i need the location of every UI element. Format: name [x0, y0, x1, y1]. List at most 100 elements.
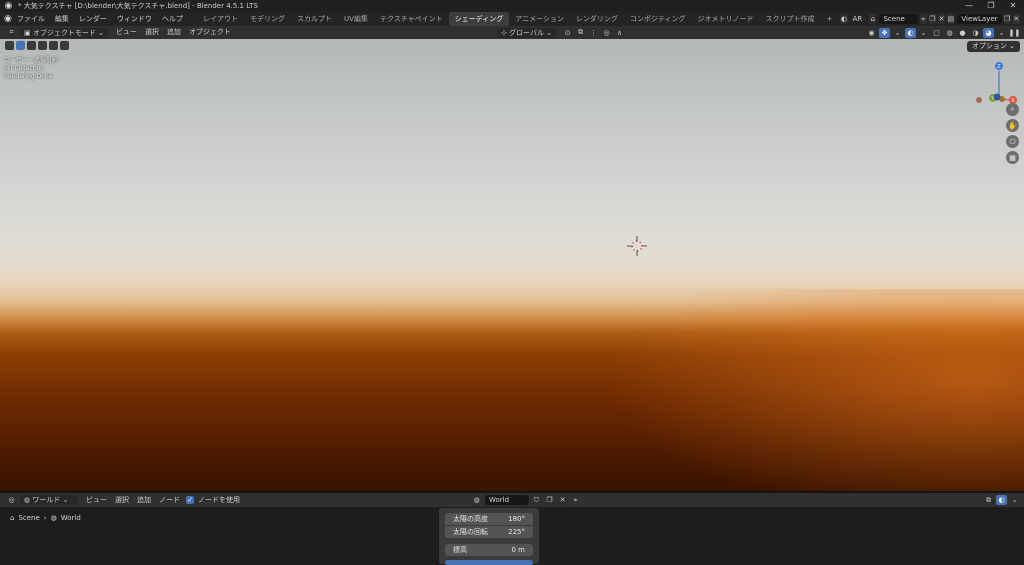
view-name-text: ユーザー・透視投影 — [4, 57, 58, 64]
menu-file[interactable]: ファイル — [12, 12, 50, 26]
pin-icon[interactable]: ⌖ — [570, 495, 581, 505]
visibility-icon[interactable]: ◉ — [866, 27, 877, 38]
menu-edit[interactable]: 編集 — [50, 12, 74, 26]
select-invert-icon[interactable] — [49, 41, 58, 50]
tab-shading[interactable]: シェーディング — [448, 12, 510, 26]
proportional-edit-icon[interactable]: ◎ — [601, 27, 613, 38]
tab-rendering[interactable]: レンダリング — [570, 12, 624, 26]
wireframe-shading-icon[interactable]: ◍ — [944, 27, 955, 38]
node-overlay-icon[interactable]: ◐ — [996, 495, 1007, 505]
material-shading-icon[interactable]: ◑ — [970, 27, 981, 38]
gizmo-neg-x-icon[interactable] — [976, 97, 982, 103]
tab-uv-editing[interactable]: UV編集 — [338, 12, 374, 26]
blender-menu-icon[interactable]: ◉ — [4, 14, 12, 25]
menu-select[interactable]: 選択 — [141, 26, 163, 39]
gizmo-toggle-icon[interactable]: ✥ — [879, 27, 890, 38]
menu-view[interactable]: ビュー — [112, 26, 141, 39]
ar-label[interactable]: AR — [848, 12, 868, 26]
scene-breadcrumb-icon: ⌂ — [10, 514, 15, 522]
altitude-field[interactable]: 標高 0 m — [445, 544, 533, 556]
snap-icon[interactable]: ⧉ — [575, 27, 587, 38]
menu-object[interactable]: オブジェクト — [185, 26, 235, 39]
menu-add[interactable]: 追加 — [163, 26, 185, 39]
3d-cursor-icon — [627, 236, 647, 256]
solid-shading-icon[interactable]: ● — [957, 27, 968, 38]
gizmo-neg-z-dot[interactable] — [993, 93, 1001, 101]
transform-orientation-dropdown[interactable]: ⊹ グローバル ⌄ — [496, 27, 557, 38]
close-window-button[interactable]: ✕ — [1002, 0, 1024, 12]
tab-sculpting[interactable]: スカルプト — [291, 12, 338, 26]
air-density-field[interactable] — [445, 560, 533, 565]
snap-target-icon[interactable]: ⋮ — [588, 27, 600, 38]
tab-modeling[interactable]: モデリング — [244, 12, 291, 26]
shader-type-dropdown[interactable]: ◍ ワールド ⌄ — [20, 495, 78, 505]
scene-icon[interactable]: ⌂ — [869, 14, 877, 24]
menu-help[interactable]: ヘルプ — [157, 12, 188, 26]
shader-node-editor[interactable]: ⌂ Scene › ◍ World 太陽の高度 180° 太陽の回転 225° … — [0, 507, 1024, 565]
menu-window[interactable]: ウィンドウ — [112, 12, 157, 26]
node-menu-add[interactable]: 追加 — [133, 494, 155, 507]
maximize-button[interactable]: ❐ — [980, 0, 1002, 12]
sun-rotation-label: 太陽の回転 — [453, 528, 488, 536]
object-mode-dropdown[interactable]: ▣ オブジェクトモード ⌄ — [20, 27, 108, 38]
options-dropdown[interactable]: オプション ⌄ — [966, 41, 1020, 52]
chevron-down-icon: ⌄ — [95, 28, 104, 37]
shading-dropdown-icon[interactable]: ⌄ — [996, 27, 1007, 38]
new-world-icon[interactable]: ❐ — [544, 495, 555, 505]
node-menu-node[interactable]: ノード — [155, 494, 184, 507]
node-menu-select[interactable]: 選択 — [111, 494, 133, 507]
node-menu-view[interactable]: ビュー — [82, 494, 111, 507]
tab-layout[interactable]: レイアウト — [197, 12, 244, 26]
delete-view-layer-icon[interactable]: ✕ — [1012, 14, 1020, 24]
select-extend-icon[interactable] — [27, 41, 36, 50]
zoom-icon[interactable]: ⌕ — [1006, 103, 1019, 116]
overlay-toggle-icon[interactable]: ◐ — [905, 27, 916, 38]
view-layer-field[interactable]: ViewLayer — [957, 14, 1002, 24]
new-view-layer-icon[interactable]: ❐ — [1003, 14, 1011, 24]
tab-scripting[interactable]: スクリプト作成 — [760, 12, 821, 26]
tab-compositing[interactable]: コンポジティング — [624, 12, 692, 26]
sun-rotation-field[interactable]: 太陽の回転 225° — [445, 526, 533, 538]
pivot-icon[interactable]: ⊙ — [562, 27, 574, 38]
select-intersect-icon[interactable] — [60, 41, 69, 50]
camera-view-icon[interactable]: ⎔ — [1006, 135, 1019, 148]
shader-editor-type-icon[interactable]: ◎ — [6, 495, 17, 505]
world-datablock-icon[interactable]: ◍ — [471, 495, 482, 505]
tab-texture-paint[interactable]: テクスチャペイント — [374, 12, 449, 26]
viewport-header: ⌗ ▣ オブジェクトモード ⌄ ビュー 選択 追加 オブジェクト ⊹ グローバル… — [0, 26, 1024, 39]
pan-hand-icon[interactable]: ✋ — [1006, 119, 1019, 132]
sky-texture-node[interactable]: 太陽の高度 180° 太陽の回転 225° 標高 0 m — [439, 508, 539, 565]
scene-field[interactable]: Scene — [879, 14, 918, 24]
world-name-field[interactable]: World — [485, 495, 529, 505]
node-overlay-dropdown-icon[interactable]: ⌄ — [1009, 495, 1020, 505]
editor-type-icon[interactable]: ⌗ — [6, 27, 17, 38]
new-scene-icon[interactable]: ❐ — [928, 14, 937, 24]
gizmo-dropdown-icon[interactable]: ⌄ — [892, 27, 903, 38]
pin-scene-icon[interactable]: ⌖ — [919, 14, 927, 24]
add-workspace-button[interactable]: + — [821, 12, 839, 26]
unlink-world-icon[interactable]: ✕ — [557, 495, 568, 505]
rendered-shading-icon[interactable]: ◕ — [983, 27, 994, 38]
select-subtract-icon[interactable] — [38, 41, 47, 50]
world-breadcrumb-icon: ◍ — [50, 514, 57, 522]
shader-type-label: ワールド — [32, 496, 61, 504]
ar-icon[interactable]: ◐ — [840, 14, 848, 24]
pause-render-icon[interactable]: ❚❚ — [1009, 27, 1020, 38]
perspective-grid-icon[interactable]: ▦ — [1006, 151, 1019, 164]
menu-render[interactable]: レンダー — [74, 12, 112, 26]
sun-elevation-field[interactable]: 太陽の高度 180° — [445, 513, 533, 525]
falloff-icon[interactable]: ∧ — [614, 27, 626, 38]
fake-user-icon[interactable]: ⛉ — [531, 495, 542, 505]
tweak-tool-icon[interactable] — [5, 41, 14, 50]
node-snap-icon[interactable]: ⧉ — [983, 495, 994, 505]
minimize-button[interactable]: — — [958, 0, 980, 12]
view-layer-icon[interactable]: ▤ — [947, 14, 955, 24]
use-nodes-checkbox[interactable]: ✓ — [186, 496, 194, 504]
select-box-icon[interactable] — [16, 41, 25, 50]
xray-icon[interactable]: ▢ — [931, 27, 942, 38]
delete-scene-icon[interactable]: ✕ — [938, 14, 946, 24]
tab-geometry-nodes[interactable]: ジオメトリノード — [692, 12, 760, 26]
3d-viewport[interactable]: オプション ⌄ ユーザー・透視投影 (4) Collection Renderi… — [0, 39, 1024, 491]
overlay-dropdown-icon[interactable]: ⌄ — [918, 27, 929, 38]
tab-animation[interactable]: アニメーション — [509, 12, 570, 26]
